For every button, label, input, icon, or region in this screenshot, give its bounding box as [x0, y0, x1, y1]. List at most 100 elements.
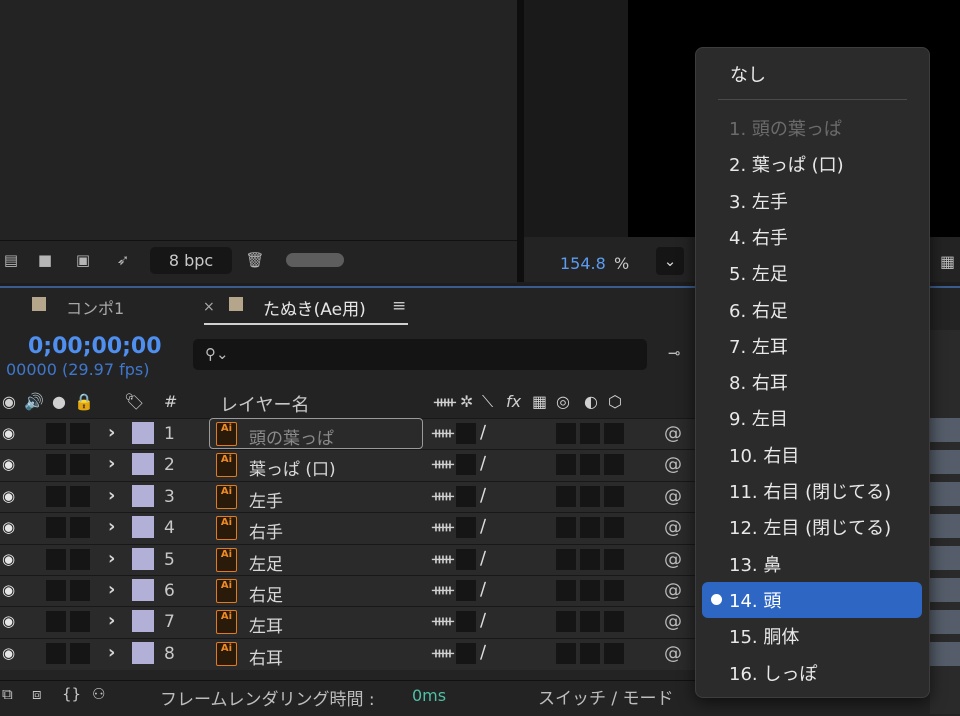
eye-icon[interactable]: ◉ — [2, 487, 15, 505]
transfer-controls-toggle-icon[interactable]: ⧈ — [32, 685, 42, 703]
layer-duration-bar[interactable] — [930, 482, 960, 506]
collapse-switch[interactable] — [456, 486, 476, 507]
eye-icon[interactable]: ◉ — [2, 612, 15, 630]
comp-flowchart-icon[interactable]: ⊸ — [668, 344, 681, 362]
parent-pickwhip-icon[interactable]: @ — [664, 423, 682, 444]
frame-blend-icon[interactable]: ▦ — [532, 392, 547, 411]
composition-icon[interactable]: ▤ — [0, 250, 22, 270]
audio-toggle[interactable] — [46, 580, 66, 601]
parent-pickwhip-icon[interactable]: @ — [664, 549, 682, 570]
quality-switch-icon[interactable]: ∕ — [480, 485, 486, 506]
dropdown-item[interactable]: 7. 左耳 — [729, 333, 788, 359]
collapse-switch[interactable] — [456, 423, 476, 444]
collapse-switch[interactable] — [456, 454, 476, 475]
dropdown-item[interactable]: 15. 胴体 — [729, 623, 799, 649]
layer-search-input[interactable] — [193, 339, 647, 370]
3d-switch[interactable] — [604, 517, 624, 538]
panel-divider[interactable] — [517, 0, 524, 282]
quality-switch-icon[interactable]: ∕ — [480, 422, 486, 443]
effects-switch[interactable] — [556, 549, 576, 570]
dropdown-item[interactable]: 8. 右耳 — [729, 369, 788, 395]
parent-pickwhip-icon[interactable]: @ — [664, 517, 682, 538]
eye-icon[interactable]: ◉ — [2, 518, 15, 536]
quality-icon[interactable]: ⟍ — [482, 392, 493, 412]
shy-icon[interactable]: ᚔ — [434, 392, 456, 411]
zoom-value[interactable]: 154.8 — [560, 254, 606, 273]
panel-menu-icon[interactable]: ≡ — [392, 296, 406, 316]
layer-row[interactable]: ◉ › 2 Ai 葉っぱ (口) ᚔ ∕ @ — [0, 449, 700, 481]
3d-switch[interactable] — [604, 454, 624, 475]
audio-toggle[interactable] — [46, 643, 66, 664]
audio-toggle[interactable] — [46, 517, 66, 538]
expand-chevron-icon[interactable]: › — [108, 516, 115, 537]
effects-switch[interactable] — [556, 423, 576, 444]
lock-toggle[interactable] — [70, 549, 90, 570]
eye-icon[interactable]: ◉ — [2, 424, 15, 442]
shy-switch-icon[interactable]: ᚔ — [432, 517, 454, 536]
lock-toggle[interactable] — [70, 423, 90, 444]
collapse-switch[interactable] — [456, 580, 476, 601]
switch-mode-toggle[interactable]: スイッチ / モード — [538, 684, 674, 709]
expand-chevron-icon[interactable]: › — [108, 422, 115, 443]
layer-row[interactable]: ◉ › 4 Ai 右手 ᚔ ∕ @ — [0, 512, 700, 544]
dropdown-item[interactable]: 4. 右手 — [729, 224, 788, 250]
parent-pickwhip-icon[interactable]: @ — [664, 643, 682, 664]
effects-switch[interactable] — [556, 486, 576, 507]
audio-toggle[interactable] — [46, 549, 66, 570]
effects-switch[interactable] — [556, 454, 576, 475]
motion-blur-switch[interactable] — [580, 423, 600, 444]
layer-row[interactable]: ◉ › 8 Ai 右耳 ᚔ ∕ @ — [0, 638, 700, 670]
motion-blur-switch[interactable] — [580, 486, 600, 507]
quality-switch-icon[interactable]: ∕ — [480, 610, 486, 631]
parent-pickwhip-icon[interactable]: @ — [664, 580, 682, 601]
layer-switches-toggle-icon[interactable]: ⧉ — [2, 685, 13, 703]
tab-comp1[interactable]: コンポ1 — [66, 295, 124, 319]
render-icon[interactable]: ➶ — [112, 250, 134, 270]
quality-switch-icon[interactable]: ∕ — [480, 453, 486, 474]
motion-blur-switch[interactable] — [580, 643, 600, 664]
3d-layer-icon[interactable]: ⬡ — [608, 392, 622, 411]
shy-switch-icon[interactable]: ᚔ — [432, 423, 454, 442]
label-color-swatch[interactable] — [132, 548, 154, 570]
fx-icon[interactable]: fx — [506, 392, 521, 411]
current-time[interactable]: 0;00;00;00 — [28, 334, 162, 359]
quality-switch-icon[interactable]: ∕ — [480, 516, 486, 537]
project-scrollbar[interactable] — [286, 253, 344, 267]
render-time-toggle-icon[interactable]: ⚇ — [92, 685, 105, 703]
parent-pickwhip-icon[interactable]: @ — [664, 454, 682, 475]
dropdown-item[interactable]: 10. 右目 — [729, 442, 799, 468]
in-out-toggle-icon[interactable]: {} — [62, 685, 81, 703]
grid-icon[interactable]: ▦ — [940, 252, 958, 271]
quality-switch-icon[interactable]: ∕ — [480, 579, 486, 600]
layer-row[interactable]: ◉ › 7 Ai 左耳 ᚔ ∕ @ — [0, 606, 700, 638]
3d-switch[interactable] — [604, 549, 624, 570]
audio-toggle[interactable] — [46, 423, 66, 444]
visibility-icon[interactable]: ◉ — [2, 392, 16, 411]
lock-toggle[interactable] — [70, 643, 90, 664]
3d-switch[interactable] — [604, 423, 624, 444]
folder-icon[interactable]: ■ — [34, 250, 56, 270]
label-color-swatch[interactable] — [132, 610, 154, 632]
layer-name[interactable]: 左手 — [249, 487, 283, 512]
3d-switch[interactable] — [604, 580, 624, 601]
3d-switch[interactable] — [604, 486, 624, 507]
adjustment-layer-icon[interactable]: ◐ — [584, 392, 598, 411]
dropdown-item[interactable]: 13. 鼻 — [729, 551, 781, 577]
eye-icon[interactable]: ◉ — [2, 550, 15, 568]
layer-name[interactable]: 右足 — [249, 581, 283, 606]
label-color-swatch[interactable] — [132, 642, 154, 664]
layer-row[interactable]: ◉ › 6 Ai 右足 ᚔ ∕ @ — [0, 575, 700, 607]
motion-blur-switch[interactable] — [580, 549, 600, 570]
layer-duration-bar[interactable] — [930, 578, 960, 602]
expand-chevron-icon[interactable]: › — [108, 453, 115, 474]
effects-switch[interactable] — [556, 580, 576, 601]
tab-tanuki[interactable]: たぬき(Ae用) — [263, 295, 366, 320]
eye-icon[interactable]: ◉ — [2, 455, 15, 473]
close-icon[interactable]: × — [203, 299, 215, 315]
dropdown-item[interactable]: 2. 葉っぱ (口) — [729, 151, 844, 177]
layer-duration-bar[interactable] — [930, 418, 960, 442]
shy-switch-icon[interactable]: ᚔ — [432, 486, 454, 505]
layer-name-edit-box[interactable] — [209, 418, 423, 449]
dropdown-item[interactable]: 3. 左手 — [729, 188, 788, 214]
lock-icon[interactable]: 🔒 — [74, 392, 94, 411]
